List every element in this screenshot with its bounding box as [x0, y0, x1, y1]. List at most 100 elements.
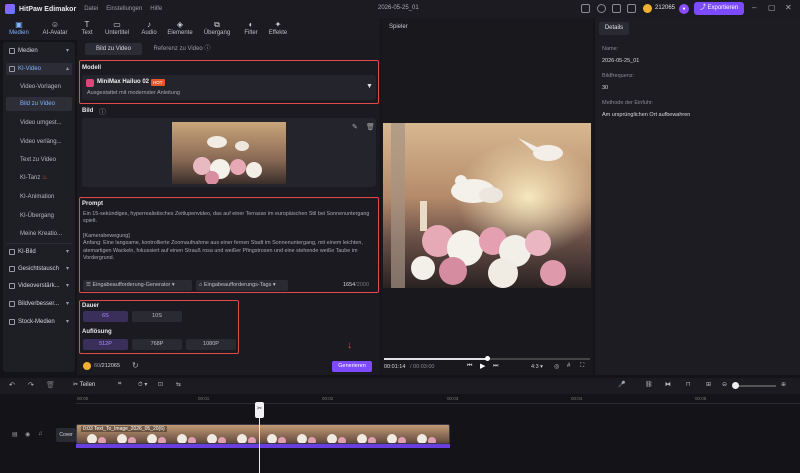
sidebar-item-stock-medien[interactable]: Stock-Medien ▾ [6, 316, 72, 328]
app-logo-icon [5, 4, 15, 14]
resolution-512p-option[interactable]: 512P [83, 339, 128, 350]
split-button[interactable]: ✂ Teilen [73, 381, 95, 388]
zoom-out-icon[interactable]: ⊖ [722, 381, 727, 388]
prompt-textarea[interactable]: Ein 15-sekündiges, hyperrealistisches Ze… [83, 211, 373, 277]
sidebar-item-ki-animation[interactable]: KI-Animation [6, 190, 72, 204]
sidebar-item-bildverbesserer[interactable]: Bildverbesser... ▾ [6, 298, 72, 310]
avatar[interactable]: ● [679, 4, 689, 14]
gift-icon[interactable] [597, 4, 606, 13]
duration-10s-option[interactable]: 10S [132, 311, 182, 322]
tool-ai-avatar[interactable]: ☺ AI-Avatar [38, 19, 72, 39]
sidebar-item-bild-zu-video[interactable]: Bild zu Video [6, 97, 72, 111]
info-icon: ⓘ [99, 109, 106, 116]
sidebar-item-video-verlaeng[interactable]: Video verläng... [6, 135, 72, 149]
model-select[interactable]: MiniMax Hailuo 02 HOT Ausgestattet mit m… [82, 75, 376, 100]
audio-icon: ♪ [147, 20, 151, 29]
sidebar-item-meine-kreationen[interactable]: Meine Kreatio... [6, 227, 72, 241]
sidebar-item-gesichtstausch[interactable]: Gesichtstausch ▾ [6, 263, 72, 275]
snap-icon[interactable]: ⧓ [665, 381, 671, 388]
tool-text[interactable]: T Text [70, 19, 104, 39]
cover-button[interactable]: Cover [56, 428, 76, 442]
next-frame-icon[interactable]: ⏭ [493, 363, 498, 370]
delete-icon[interactable]: 🗑 [366, 123, 375, 131]
video-preview[interactable] [383, 123, 591, 288]
zoom-in-icon[interactable]: ⊕ [781, 381, 786, 388]
video-clip[interactable]: 0:03 Text_To_Image_2026_05_20(6) [76, 424, 450, 444]
menu-datei[interactable]: Datei [84, 6, 98, 12]
export-label: Exportieren [707, 5, 739, 11]
generation-cost: 60/212065 [94, 363, 121, 369]
tool-medien[interactable]: ▣ Medien [2, 19, 36, 39]
tool-audio[interactable]: ♪ Audio [132, 19, 166, 39]
zoom-slider[interactable] [734, 385, 776, 387]
delete-icon[interactable]: 🗑 [46, 381, 55, 389]
transform-icon[interactable]: ⊡ [158, 381, 163, 388]
red-arrow-icon: ↓ [347, 340, 352, 351]
minimize-icon[interactable]: – [752, 3, 756, 12]
maximize-icon[interactable]: ▢ [768, 3, 776, 12]
prompt-generator-button[interactable]: ☰ Eingabeaufforderung-Generator ▾ [83, 280, 192, 291]
fps-key: Bildfrequenz: [602, 73, 635, 79]
sidebar-item-ki-video[interactable]: KI-Video ▴ [6, 63, 72, 75]
tool-untertitel[interactable]: ▭ Untertitel [100, 19, 134, 39]
tab-referenz-zu-video[interactable]: Referenz zu Video ⓘ [145, 43, 219, 55]
clip-audio-bar [76, 444, 450, 448]
grid-icon[interactable] [627, 4, 636, 13]
snapshot-icon[interactable]: ◎ [554, 363, 559, 370]
play-icon[interactable]: ▶ [480, 362, 485, 370]
prompt-tags-button[interactable]: ⌂ Eingabeaufforderungs-Tags ▾ [196, 280, 288, 291]
previous-frame-icon[interactable]: ⏮ [467, 363, 472, 370]
export-button[interactable]: ⤴ Exportieren [694, 2, 744, 15]
sidebar-item-videoverstaerker[interactable]: Videoverstärk... ▾ [6, 280, 72, 292]
sidebar-item-medien[interactable]: Medien ▾ [6, 45, 72, 57]
zoom-slider-handle[interactable] [732, 382, 739, 389]
redo-icon[interactable]: ↷ [28, 381, 34, 389]
chevron-down-icon: ▾ [65, 301, 69, 307]
refresh-icon[interactable]: ↻ [132, 361, 139, 370]
edit-icon[interactable]: ✎ [352, 123, 358, 131]
visibility-icon[interactable]: ◉ [25, 431, 30, 438]
sidebar-item-video-umgest[interactable]: Video umgest... [6, 116, 72, 130]
enhance-icon [9, 283, 15, 289]
filter-icon: ◐ [248, 20, 254, 29]
reverse-icon[interactable]: ⇆ [176, 381, 181, 388]
menu-einstellungen[interactable]: Einstellungen [106, 6, 142, 12]
preview-icon[interactable]: ⊞ [706, 381, 711, 388]
cart-icon[interactable] [612, 4, 621, 13]
aspect-ratio-select[interactable]: 4:3 ▾ [531, 364, 543, 370]
close-icon[interactable]: ✕ [785, 3, 792, 12]
source-image-thumbnail[interactable] [172, 122, 286, 184]
tool-effekte[interactable]: ✦ Effekte [261, 19, 295, 39]
avatar-icon: ☺ [50, 20, 60, 29]
tab-bild-zu-video[interactable]: Bild zu Video [85, 43, 142, 55]
sidebar-item-ki-uebergang[interactable]: KI-Übergang [6, 209, 72, 223]
crop-icon[interactable]: ⌗ [118, 381, 121, 388]
tool-uebergang[interactable]: ⧉ Übergang [200, 19, 234, 39]
generate-button[interactable]: Generieren [332, 361, 372, 372]
duration-6s-option[interactable]: 6S [83, 311, 128, 322]
playback-scrubber[interactable] [384, 356, 590, 361]
track-settings-icon[interactable]: ▤ [12, 431, 18, 438]
scrubber-handle[interactable] [485, 356, 490, 361]
tab-details[interactable]: Details [599, 22, 629, 35]
sidebar-item-text-zu-video[interactable]: Text zu Video [6, 153, 72, 167]
menu-hilfe[interactable]: Hilfe [150, 6, 162, 12]
fullscreen-icon[interactable]: ⛶ [580, 363, 584, 370]
image-dropzone[interactable]: ✎ 🗑 [82, 118, 376, 187]
resolution-768p-option[interactable]: 768P [132, 339, 182, 350]
sidebar-item-ki-tanz[interactable]: KI-Tanz ♨ [6, 171, 72, 185]
magnet-icon[interactable]: ⊓ [686, 381, 691, 388]
sidebar-item-video-vorlagen[interactable]: Video-Vorlagen [6, 80, 72, 94]
monitor-icon[interactable] [581, 4, 590, 13]
microphone-icon[interactable]: 🎤 [618, 381, 625, 388]
grid-icon[interactable]: # [567, 363, 570, 369]
divider [6, 243, 72, 244]
undo-icon[interactable]: ↶ [9, 381, 15, 389]
audio-toggle-icon[interactable]: ♫ [38, 431, 43, 437]
link-icon[interactable]: ⛓ [645, 381, 653, 388]
tool-elemente[interactable]: ◈ Elemente [163, 19, 197, 39]
sidebar-item-ki-bild[interactable]: KI-Bild ▾ [6, 246, 72, 258]
playhead-handle[interactable]: ✂ [255, 402, 264, 418]
speed-select[interactable]: ⏱ ▾ [138, 381, 147, 389]
resolution-1080p-option[interactable]: 1080P [186, 339, 236, 350]
